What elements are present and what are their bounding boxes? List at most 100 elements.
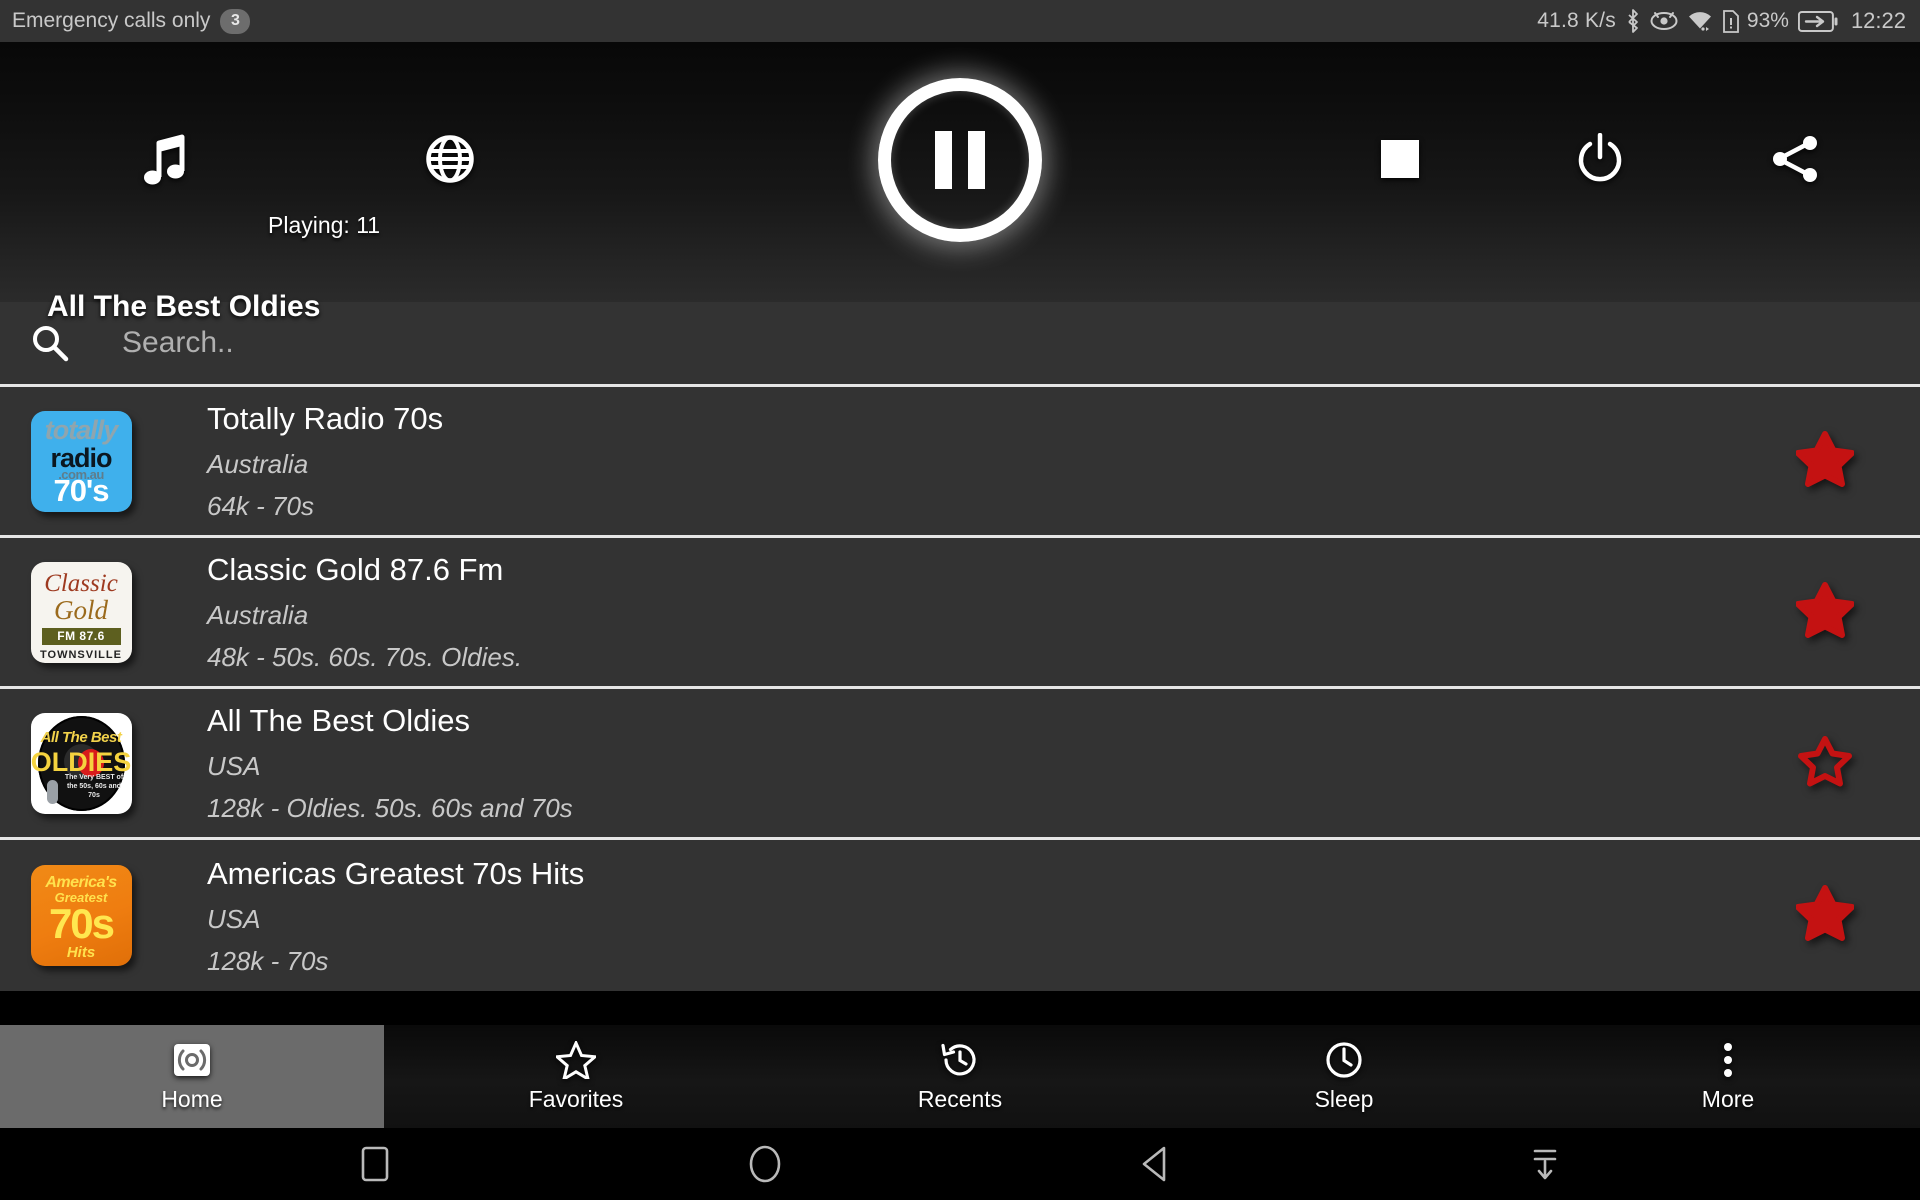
table-row[interactable]: All The Best OLDIES The Very BEST of the… [0, 689, 1920, 840]
logo-line-4: Hits [66, 944, 96, 961]
station-list: totally radio .com.au 70's Totally Radio… [0, 387, 1920, 991]
logo-line-3: 70s [48, 900, 115, 947]
station-logo-icon: totally radio .com.au 70's [30, 410, 132, 512]
favorite-toggle[interactable] [1730, 885, 1920, 946]
share-button[interactable] [1740, 114, 1850, 204]
recents-square-icon[interactable] [345, 1140, 405, 1188]
hide-navbar-icon[interactable] [1515, 1140, 1575, 1188]
star-filled-icon [1795, 430, 1855, 492]
bluetooth-icon [1625, 9, 1641, 33]
power-icon [1576, 133, 1624, 185]
player-header: Playing: 11 All The Best Oldies [0, 42, 1920, 323]
station-logo-wrap: Classic Gold FM 87.6 TOWNSVILLE [0, 561, 162, 663]
logo-line-3: FM 87.6 [41, 627, 121, 645]
station-bitrate-genre: 128k - 70s [207, 945, 329, 976]
globe-button[interactable] [395, 114, 505, 204]
stop-icon [1380, 139, 1420, 179]
station-logo-wrap: All The Best OLDIES The Very BEST of the… [0, 712, 162, 814]
logo-line-1: totally [44, 414, 119, 445]
logo-line-3: The Very BEST of the 50s, 60s and 70s [64, 774, 124, 799]
power-button[interactable] [1545, 114, 1655, 204]
globe-icon [425, 134, 475, 184]
logo-line-2: Gold [54, 594, 108, 625]
station-bitrate-genre: 48k - 50s. 60s. 70s. Oldies. [207, 642, 523, 672]
table-row[interactable]: Classic Gold FM 87.6 TOWNSVILLE Classic … [0, 538, 1920, 689]
share-icon [1769, 134, 1821, 184]
android-navigation-bar [0, 1128, 1920, 1200]
tab-more-label: More [1701, 1086, 1755, 1112]
station-country: USA [207, 751, 261, 781]
home-circle-icon[interactable] [735, 1140, 795, 1188]
music-note-icon [142, 133, 188, 185]
table-row[interactable]: America's Greatest 70s Hits Americas Gre… [0, 840, 1920, 991]
station-country: Australia [207, 449, 309, 479]
search-icon [22, 323, 78, 363]
station-meta: Americas Greatest 70s Hits USA 128k - 70… [162, 858, 1730, 974]
play-pause-button[interactable] [874, 74, 1046, 246]
tab-more[interactable]: More [1536, 1025, 1920, 1128]
network-speed-text: 41.8 K/s [1537, 9, 1616, 32]
star-filled-icon [1795, 581, 1855, 643]
bottom-navigation: Home Favorites Recents Sleep More [0, 1025, 1920, 1128]
wifi-icon [1687, 10, 1713, 32]
logo-line-4: TOWNSVILLE [40, 648, 122, 661]
tab-favorites[interactable]: Favorites [384, 1025, 768, 1128]
station-name: Classic Gold 87.6 Fm [207, 552, 504, 587]
station-logo-wrap: totally radio .com.au 70's [0, 410, 162, 512]
star-filled-icon [1795, 885, 1855, 946]
android-status-bar: Emergency calls only 3 41.8 K/s 93% 12:2… [0, 0, 1920, 42]
station-logo-icon: All The Best OLDIES The Very BEST of the… [30, 712, 132, 814]
tab-recents-label: Recents [917, 1086, 1003, 1112]
favorite-toggle[interactable] [1730, 733, 1920, 794]
favorite-toggle[interactable] [1730, 430, 1920, 492]
tab-sleep-label: Sleep [1314, 1086, 1374, 1112]
tab-recents[interactable]: Recents [768, 1025, 1152, 1128]
search-input[interactable] [78, 326, 1478, 360]
playing-count-label: Playing: 11 [268, 212, 381, 238]
station-bitrate-genre: 128k - Oldies. 50s. 60s and 70s [207, 793, 573, 823]
tab-home-label: Home [161, 1086, 223, 1112]
notification-count-badge: 3 [220, 8, 251, 34]
back-triangle-icon[interactable] [1125, 1140, 1185, 1188]
star-outline-icon [556, 1040, 596, 1080]
stop-button[interactable] [1345, 114, 1455, 204]
tab-home[interactable]: Home [0, 1025, 384, 1128]
sim-alert-icon [1722, 9, 1740, 33]
station-country: USA [207, 903, 261, 934]
history-icon [940, 1040, 980, 1080]
carrier-text: Emergency calls only [12, 9, 211, 32]
logo-line-1: Classic [44, 569, 118, 597]
broadcast-icon [172, 1040, 212, 1080]
pause-icon [935, 131, 985, 189]
station-logo-wrap: America's Greatest 70s Hits [0, 865, 162, 966]
station-name: Totally Radio 70s [207, 401, 444, 436]
tab-sleep[interactable]: Sleep [1152, 1025, 1536, 1128]
status-bar-right: 41.8 K/s 93% 12:22 [1537, 8, 1906, 34]
app-root: Emergency calls only 3 41.8 K/s 93% 12:2… [0, 0, 1920, 1200]
station-bitrate-genre: 64k - 70s [207, 491, 314, 521]
now-playing-title: All The Best Oldies [47, 290, 321, 323]
station-name: All The Best Oldies [207, 703, 471, 738]
table-row[interactable]: totally radio .com.au 70's Totally Radio… [0, 387, 1920, 538]
eye-icon [1650, 11, 1678, 31]
status-bar-clock: 12:22 [1850, 8, 1906, 33]
station-logo-icon: Classic Gold FM 87.6 TOWNSVILLE [30, 561, 132, 663]
station-meta: Classic Gold 87.6 Fm Australia 48k - 50s… [162, 554, 1730, 670]
tab-favorites-label: Favorites [528, 1086, 624, 1112]
star-outline-icon [1796, 733, 1854, 794]
station-meta: Totally Radio 70s Australia 64k - 70s [162, 403, 1730, 519]
overflow-menu-icon [1721, 1040, 1735, 1080]
music-note-button[interactable] [110, 114, 220, 204]
station-name: Americas Greatest 70s Hits [207, 855, 585, 891]
battery-percent-text: 93% [1746, 9, 1789, 32]
station-country: Australia [207, 600, 309, 630]
status-bar-left: Emergency calls only 3 [12, 8, 251, 34]
logo-line-2: OLDIES [30, 746, 132, 777]
battery-charging-icon [1797, 10, 1838, 32]
station-meta: All The Best Oldies USA 128k - Oldies. 5… [162, 705, 1730, 821]
clock-icon [1324, 1040, 1364, 1080]
logo-line-4: 70's [53, 472, 109, 508]
logo-line-1: All The Best [40, 728, 122, 746]
station-logo-icon: America's Greatest 70s Hits [30, 865, 132, 966]
favorite-toggle[interactable] [1730, 581, 1920, 643]
